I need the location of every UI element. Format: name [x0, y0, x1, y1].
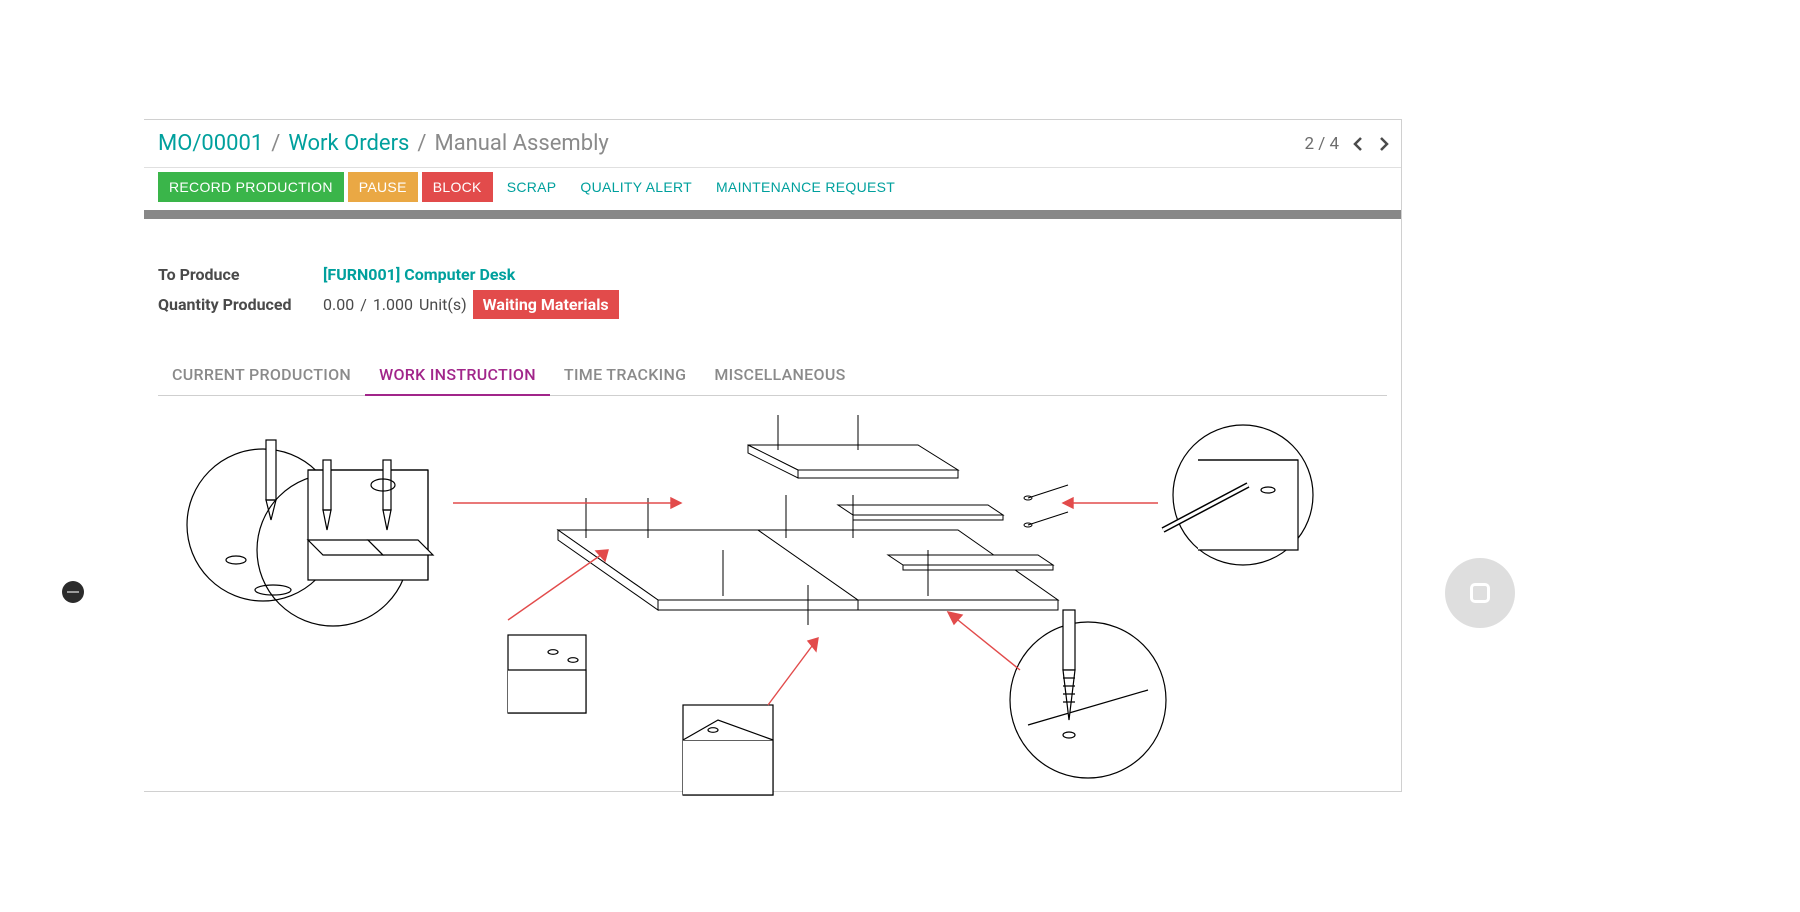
device-sensor-dot — [62, 581, 84, 603]
qty-done: 0.00 — [323, 295, 354, 314]
tab-time-tracking[interactable]: TIME TRACKING — [550, 357, 700, 395]
record-production-button[interactable]: RECORD PRODUCTION — [158, 172, 344, 202]
maintenance-request-button[interactable]: MAINTENANCE REQUEST — [706, 172, 905, 202]
scrap-button[interactable]: SCRAP — [497, 172, 567, 202]
breadcrumb-current: Manual Assembly — [434, 131, 608, 156]
tab-current-production[interactable]: CURRENT PRODUCTION — [158, 357, 365, 395]
to-produce-row: To Produce [FURN001] Computer Desk — [158, 265, 1387, 284]
work-order-window: MO/00001 / Work Orders / Manual Assembly… — [144, 119, 1402, 792]
breadcrumb-workorders-link[interactable]: Work Orders — [288, 131, 409, 156]
qty-sep: / — [360, 295, 367, 314]
to-produce-label: To Produce — [158, 265, 323, 284]
quality-alert-button[interactable]: QUALITY ALERT — [570, 172, 702, 202]
breadcrumb-sep: / — [271, 131, 280, 156]
pager-count: 2 / 4 — [1304, 134, 1339, 154]
work-instruction-diagram — [158, 410, 1387, 800]
divider — [144, 210, 1401, 219]
device-home-button[interactable] — [1445, 558, 1515, 628]
qty-produced-row: Quantity Produced 0.00 / 1.000 Unit(s) W… — [158, 290, 1387, 319]
toolbar: RECORD PRODUCTION PAUSE BLOCK SCRAP QUAL… — [144, 168, 1401, 206]
pager-next[interactable] — [1377, 136, 1391, 152]
qty-uom: Unit(s) — [419, 295, 467, 314]
tab-miscellaneous[interactable]: MISCELLANEOUS — [700, 357, 859, 395]
breadcrumb-mo-link[interactable]: MO/00001 — [158, 131, 263, 156]
qty-produced-label: Quantity Produced — [158, 295, 323, 314]
details-section: To Produce [FURN001] Computer Desk Quant… — [144, 219, 1401, 319]
product-link[interactable]: [FURN001] Computer Desk — [323, 265, 515, 284]
qty-produced-value: 0.00 / 1.000 Unit(s) Waiting Materials — [323, 290, 619, 319]
status-badge: Waiting Materials — [473, 290, 619, 319]
pager: 2 / 4 — [1304, 134, 1391, 154]
breadcrumb-bar: MO/00001 / Work Orders / Manual Assembly… — [144, 120, 1401, 168]
breadcrumb: MO/00001 / Work Orders / Manual Assembly — [158, 131, 609, 156]
tabs: CURRENT PRODUCTION WORK INSTRUCTION TIME… — [158, 357, 1387, 396]
breadcrumb-sep: / — [417, 131, 426, 156]
pause-button[interactable]: PAUSE — [348, 172, 418, 202]
qty-total: 1.000 — [373, 295, 413, 314]
home-icon — [1470, 583, 1490, 603]
block-button[interactable]: BLOCK — [422, 172, 493, 202]
tab-work-instruction[interactable]: WORK INSTRUCTION — [365, 357, 550, 396]
pager-prev[interactable] — [1351, 136, 1365, 152]
